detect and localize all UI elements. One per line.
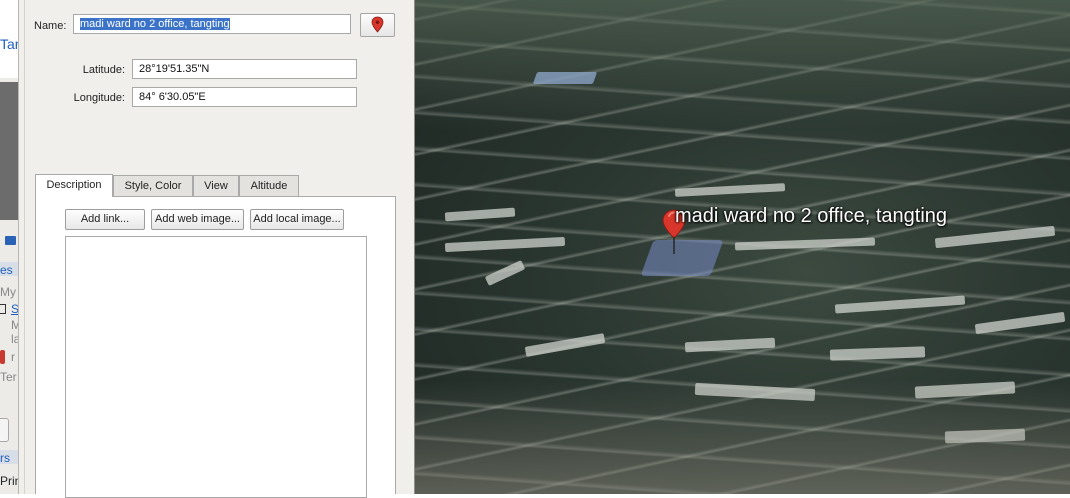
- places-item-link[interactable]: S: [11, 302, 18, 316]
- places-header-label: es: [0, 263, 13, 277]
- rooftop: [444, 236, 566, 253]
- tab-description[interactable]: Description: [35, 174, 113, 197]
- places-item-my[interactable]: My: [0, 285, 16, 299]
- rooftop: [934, 225, 1056, 249]
- rooftop: [684, 337, 776, 353]
- tab-view[interactable]: View: [193, 175, 239, 196]
- name-field[interactable]: madi ward no 2 office, tangting: [73, 14, 351, 34]
- description-textarea[interactable]: [65, 236, 367, 498]
- sidebar-button[interactable]: [0, 418, 9, 442]
- placemark-label: madi ward no 2 office, tangting: [675, 205, 948, 227]
- left-sidebar: Tar es My S M la r Ter rs Prin: [0, 0, 19, 494]
- rooftop: [444, 207, 516, 222]
- add-local-image-button[interactable]: Add local image...: [250, 209, 344, 230]
- rooftop: [734, 237, 876, 251]
- latitude-label: Latitude:: [82, 64, 125, 76]
- map-haze-top: [415, 0, 1070, 130]
- rooftop: [524, 333, 606, 357]
- longitude-field[interactable]: 84° 6'30.05"E: [132, 87, 357, 107]
- name-field-value: madi ward no 2 office, tangting: [80, 18, 230, 30]
- tab-style-color[interactable]: Style, Color: [113, 175, 193, 196]
- latitude-field[interactable]: 28°19'51.35"N: [132, 59, 357, 79]
- description-tab-panel: Add link... Add web image... Add local i…: [35, 196, 396, 498]
- name-label: Name:: [34, 20, 67, 32]
- layers-item-primary[interactable]: Prin: [0, 474, 18, 488]
- map-view[interactable]: madi ward no 2 office, tangting: [415, 0, 1070, 494]
- print-icon[interactable]: [5, 236, 16, 245]
- sidebar-link[interactable]: Tar: [0, 36, 18, 52]
- add-web-image-button[interactable]: Add web image...: [151, 209, 244, 230]
- rooftop: [484, 260, 526, 286]
- placemark-item-icon[interactable]: [0, 350, 5, 364]
- map-haze-bottom: [415, 380, 1070, 494]
- places-item-la: la: [11, 332, 18, 346]
- dialog-divider: [24, 0, 25, 494]
- rooftop: [834, 295, 966, 314]
- longitude-label: Longitude:: [73, 92, 125, 104]
- pushpin-icon: [371, 16, 384, 33]
- rooftop: [829, 346, 926, 361]
- places-item-m: M: [11, 318, 18, 332]
- rooftop: [674, 183, 786, 197]
- tab-altitude[interactable]: Altitude: [239, 175, 299, 196]
- sidebar-results-panel: [0, 82, 18, 220]
- edit-placemark-dialog: Name: madi ward no 2 office, tangting La…: [19, 0, 415, 498]
- places-item-r: r: [11, 350, 15, 364]
- rooftop: [532, 72, 598, 84]
- rooftop: [974, 311, 1066, 335]
- places-item-terrain: Ter: [0, 370, 17, 384]
- checkbox-icon[interactable]: [0, 304, 6, 314]
- placemark-icon-button[interactable]: [360, 13, 395, 37]
- layers-header-label: rs: [0, 451, 10, 465]
- add-link-button[interactable]: Add link...: [65, 209, 145, 230]
